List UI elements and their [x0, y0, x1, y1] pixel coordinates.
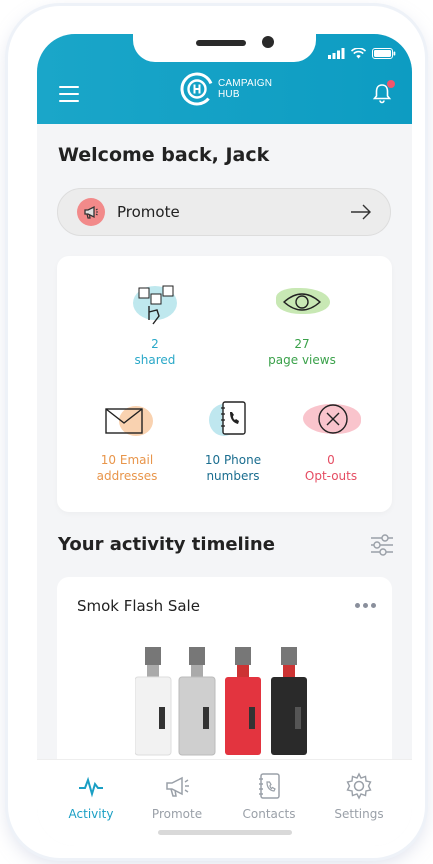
tab-contacts[interactable]: Contacts — [229, 772, 309, 821]
social-share-icon — [125, 282, 185, 332]
brand-line1: CAMPAIGN — [218, 78, 273, 89]
envelope-icon — [97, 398, 157, 448]
stat-phone-label: numbers — [206, 469, 260, 483]
stat-optouts-value: 0 — [327, 453, 335, 467]
megaphone-icon — [166, 776, 189, 797]
stat-shared[interactable]: 2 shared — [125, 282, 185, 368]
more-options-button[interactable] — [355, 603, 376, 608]
activity-icon — [79, 776, 103, 798]
menu-bar — [59, 100, 79, 102]
stat-email-value: 10 Email — [100, 453, 154, 467]
stat-views-label: page views — [268, 353, 336, 367]
speaker — [196, 40, 246, 46]
promote-label: Promote — [117, 203, 180, 221]
wifi-icon — [351, 48, 366, 59]
sliders-icon — [371, 534, 393, 556]
battery-icon — [372, 48, 396, 59]
gear-icon — [346, 772, 372, 800]
card-title: Smok Flash Sale — [77, 597, 200, 615]
stats-panel: 2 shared 27 page views 10 Email addresse… — [57, 256, 392, 512]
campaign-hub-logo: CAMPAIGN HUB — [180, 72, 272, 106]
app-header: CAMPAIGN HUB — [37, 34, 412, 124]
eye-icon — [272, 282, 332, 332]
stat-email-label: addresses — [96, 469, 158, 483]
stat-phone[interactable]: 10 Phone numbers — [193, 398, 273, 484]
menu-button[interactable] — [59, 86, 79, 102]
megaphone-badge — [77, 198, 105, 226]
tab-contacts-label: Contacts — [242, 807, 296, 821]
more-dot — [371, 603, 376, 608]
timeline-heading: Your activity timeline — [58, 534, 275, 555]
more-dot — [363, 603, 368, 608]
tab-settings-label: Settings — [334, 807, 384, 821]
notification-badge — [387, 80, 395, 88]
more-dot — [355, 603, 360, 608]
brand-line2: HUB — [218, 89, 240, 100]
stat-page-views[interactable]: 27 page views — [252, 282, 352, 368]
megaphone-icon — [84, 205, 98, 219]
tab-promote-label: Promote — [151, 807, 203, 821]
stat-phone-value: 10 Phone — [204, 453, 262, 467]
stat-shared-label: shared — [134, 353, 176, 367]
home-indicator — [158, 830, 292, 835]
contacts-icon — [259, 773, 280, 799]
tab-bar: Activity Promote Contacts Settings — [37, 759, 412, 846]
stat-views-value: 27 — [294, 337, 310, 351]
stat-email[interactable]: 10 Email addresses — [87, 398, 167, 484]
optout-icon — [301, 398, 361, 448]
menu-bar — [59, 93, 79, 95]
status-bar — [328, 48, 396, 59]
menu-bar — [59, 86, 79, 88]
tab-activity-label: Activity — [68, 807, 114, 821]
filter-button[interactable] — [370, 534, 394, 556]
device-notch — [133, 34, 316, 62]
stat-shared-value: 2 — [151, 337, 159, 351]
product-image — [135, 647, 307, 756]
tab-settings[interactable]: Settings — [319, 772, 399, 821]
logo-mark-icon — [180, 72, 214, 106]
promote-button[interactable]: Promote — [57, 188, 391, 236]
welcome-heading: Welcome back, Jack — [58, 144, 270, 166]
stat-optouts[interactable]: 0 Opt-outs — [291, 398, 371, 484]
stat-optouts-label: Opt-outs — [304, 469, 358, 483]
phone-frame: CAMPAIGN HUB Welcome back, Jack Promote — [8, 6, 425, 858]
signal-icon — [328, 48, 345, 59]
app-screen: CAMPAIGN HUB Welcome back, Jack Promote — [37, 34, 412, 846]
tab-promote[interactable]: Promote — [137, 772, 217, 821]
arrow-right-icon — [351, 204, 371, 220]
phonebook-icon — [203, 398, 263, 448]
notifications-button[interactable] — [371, 80, 395, 104]
tab-activity[interactable]: Activity — [51, 772, 131, 821]
camera — [262, 36, 274, 48]
